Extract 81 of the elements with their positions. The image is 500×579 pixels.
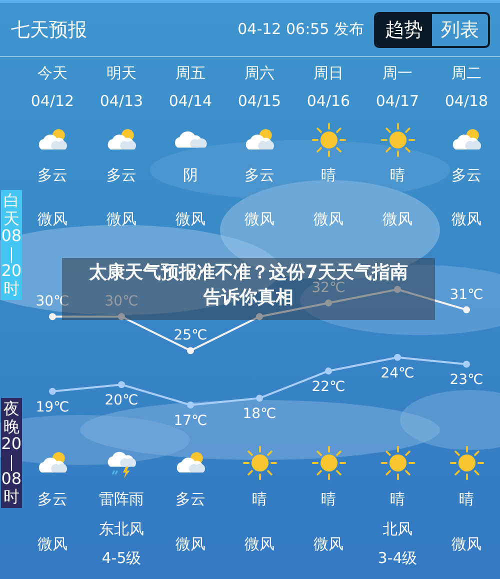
date-label: 04/14 (168, 94, 212, 112)
temperature-label: 18℃ (242, 406, 276, 422)
publish-time: 04-12 06:55 发布 (238, 20, 364, 39)
data-point (256, 313, 263, 320)
condition-label: 多云 (38, 488, 68, 510)
date-label: 04/13 (100, 94, 144, 112)
day-name: 周日 (314, 66, 344, 84)
data-point (463, 306, 470, 314)
temperature-label: 31℃ (450, 286, 484, 303)
wind-label: 东北风 (99, 522, 144, 537)
wind-label: 微风 (176, 212, 206, 226)
data-point (187, 402, 194, 408)
day-name: 周一 (382, 66, 412, 84)
wind-label: 4-5级 (102, 551, 142, 566)
wind-label: 微风 (176, 536, 206, 552)
sun-icon (378, 121, 416, 159)
temperature-label: 23℃ (450, 372, 484, 388)
day-name: 周六 (244, 66, 274, 84)
wind-label: 微风 (244, 536, 274, 552)
temperature-label: 22℃ (312, 379, 346, 395)
condition-label: 多云 (176, 488, 206, 510)
temperature-label: 30℃ (104, 294, 138, 310)
data-point (187, 347, 194, 354)
temperature-label: 24℃ (380, 365, 414, 382)
condition-label: 晴 (321, 168, 336, 186)
condition-label: 晴 (252, 488, 267, 510)
page-title: 七天预报 (11, 18, 88, 42)
condition-label: 晴 (321, 488, 336, 510)
condition-label: 晴 (459, 488, 474, 510)
day-name: 今天 (38, 66, 68, 84)
wind-label: 3-4级 (378, 551, 418, 566)
wind-label: 微风 (382, 212, 412, 226)
day-name: 明天 (106, 66, 136, 84)
data-point (118, 313, 125, 320)
condition-label: 多云 (244, 168, 274, 186)
date-label: 04/18 (444, 94, 488, 112)
temperature-label: 25℃ (174, 328, 208, 344)
wind-label: 微风 (38, 536, 68, 552)
sun-icon (310, 121, 348, 159)
sun-icon (310, 444, 348, 482)
condition-label: 阴 (183, 168, 198, 186)
condition-label: 多云 (106, 168, 136, 186)
wind-label: 微风 (314, 536, 344, 552)
condition-label: 多云 (38, 168, 68, 186)
sun-icon (448, 444, 486, 482)
day-name: 周五 (176, 66, 206, 84)
wind-label: 微风 (106, 212, 136, 226)
data-point (118, 381, 125, 388)
temperature-label: 30℃ (36, 294, 70, 310)
wind-label: 微风 (314, 212, 344, 226)
wind-label: 微风 (38, 212, 68, 226)
date-label: 04/16 (306, 94, 350, 112)
day-name: 周二 (452, 66, 482, 84)
date-label: 04/17 (376, 94, 420, 112)
condition-label: 晴 (390, 488, 405, 510)
wind-label: 北风 (382, 522, 412, 537)
wind-label: 微风 (244, 212, 274, 226)
data-point (394, 286, 401, 293)
daytime-label: 白天08｜20时 (1, 190, 22, 300)
sun-icon (240, 444, 278, 482)
data-point (49, 313, 56, 320)
condition-label: 雷阵雨 (99, 488, 144, 510)
data-point (463, 360, 470, 368)
date-label: 04/15 (238, 94, 282, 112)
condition-label: 晴 (390, 168, 405, 186)
data-point (49, 388, 56, 395)
temperature-label: 17℃ (174, 413, 208, 429)
sun-icon (378, 444, 416, 482)
wind-label: 微风 (452, 536, 482, 552)
temperature-label: 19℃ (36, 399, 70, 416)
data-point (394, 354, 401, 361)
wind-label: 微风 (452, 212, 482, 226)
data-point (325, 368, 332, 374)
date-label: 04/12 (30, 94, 74, 112)
temperature-label: 32℃ (312, 280, 346, 296)
night-label: 夜晚20｜08时 (1, 398, 22, 508)
temperature-label: 20℃ (104, 392, 138, 409)
data-point (256, 394, 263, 402)
data-point (325, 300, 332, 306)
view-tab[interactable]: 趋势 (376, 14, 432, 46)
condition-label: 多云 (452, 168, 482, 186)
